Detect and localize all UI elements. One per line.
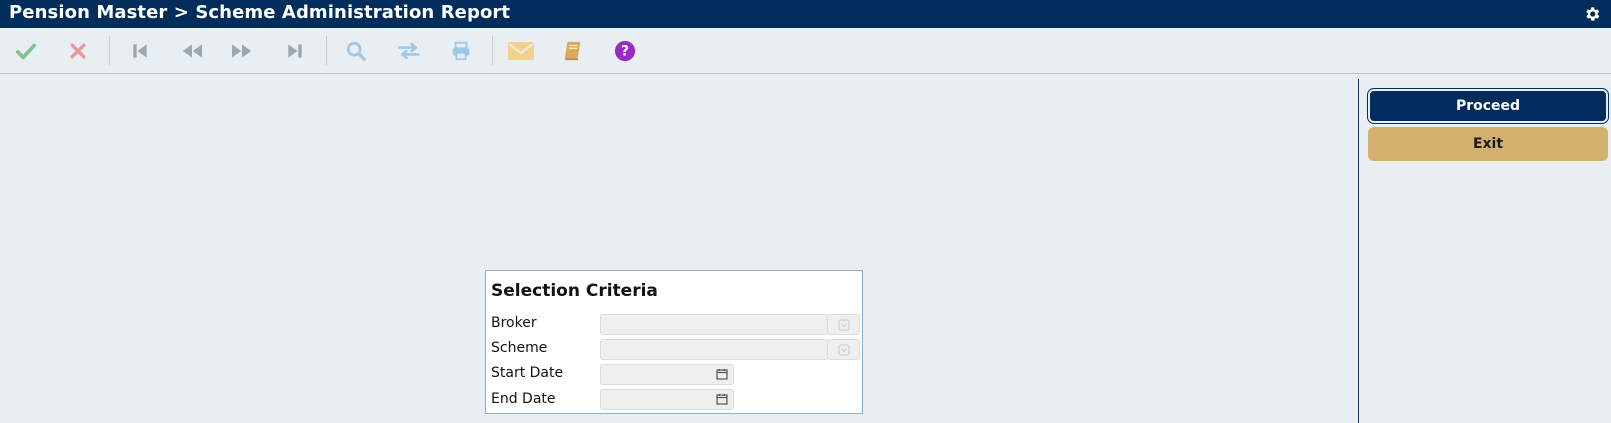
forward-icon[interactable] bbox=[230, 39, 254, 63]
toolbar-divider bbox=[326, 36, 327, 65]
close-icon[interactable] bbox=[66, 39, 90, 63]
lookup-icon bbox=[837, 343, 850, 356]
broker-label: Broker bbox=[491, 315, 537, 331]
exit-button[interactable]: Exit bbox=[1368, 127, 1608, 161]
gear-icon[interactable] bbox=[1583, 5, 1601, 23]
scheme-field[interactable] bbox=[600, 339, 828, 360]
scheme-label: Scheme bbox=[491, 340, 548, 356]
end-date-label: End Date bbox=[491, 391, 556, 407]
start-date-label: Start Date bbox=[491, 365, 564, 381]
panel-title: Selection Criteria bbox=[491, 281, 658, 301]
swap-icon[interactable] bbox=[397, 39, 421, 63]
calendar-icon[interactable] bbox=[716, 393, 728, 405]
calendar-icon[interactable] bbox=[716, 368, 728, 380]
start-date-field[interactable] bbox=[600, 364, 734, 385]
title-bar: Pension Master > Scheme Administration R… bbox=[0, 0, 1611, 28]
help-icon[interactable]: ? bbox=[613, 39, 637, 63]
mail-icon[interactable] bbox=[507, 39, 535, 63]
page-title: Pension Master > Scheme Administration R… bbox=[9, 2, 511, 23]
search-icon[interactable] bbox=[344, 39, 368, 63]
end-date-field[interactable] bbox=[600, 389, 734, 410]
proceed-button[interactable]: Proceed bbox=[1367, 88, 1609, 124]
svg-text:?: ? bbox=[621, 44, 629, 60]
last-icon[interactable] bbox=[283, 39, 307, 63]
toolbar-divider bbox=[109, 36, 110, 65]
scheme-lookup-button[interactable] bbox=[827, 339, 860, 360]
toolbar: ? bbox=[0, 28, 1611, 74]
check-icon[interactable] bbox=[14, 39, 38, 63]
selection-criteria-panel: Selection Criteria Broker Scheme Start D… bbox=[485, 270, 863, 414]
print-icon[interactable] bbox=[449, 39, 473, 63]
lookup-icon bbox=[837, 318, 850, 331]
first-icon[interactable] bbox=[128, 39, 152, 63]
book-icon[interactable] bbox=[561, 39, 585, 63]
broker-lookup-button[interactable] bbox=[827, 314, 860, 335]
broker-field[interactable] bbox=[600, 314, 828, 335]
toolbar-divider bbox=[492, 36, 493, 65]
rewind-icon[interactable] bbox=[180, 39, 204, 63]
right-panel-divider bbox=[1358, 79, 1359, 423]
